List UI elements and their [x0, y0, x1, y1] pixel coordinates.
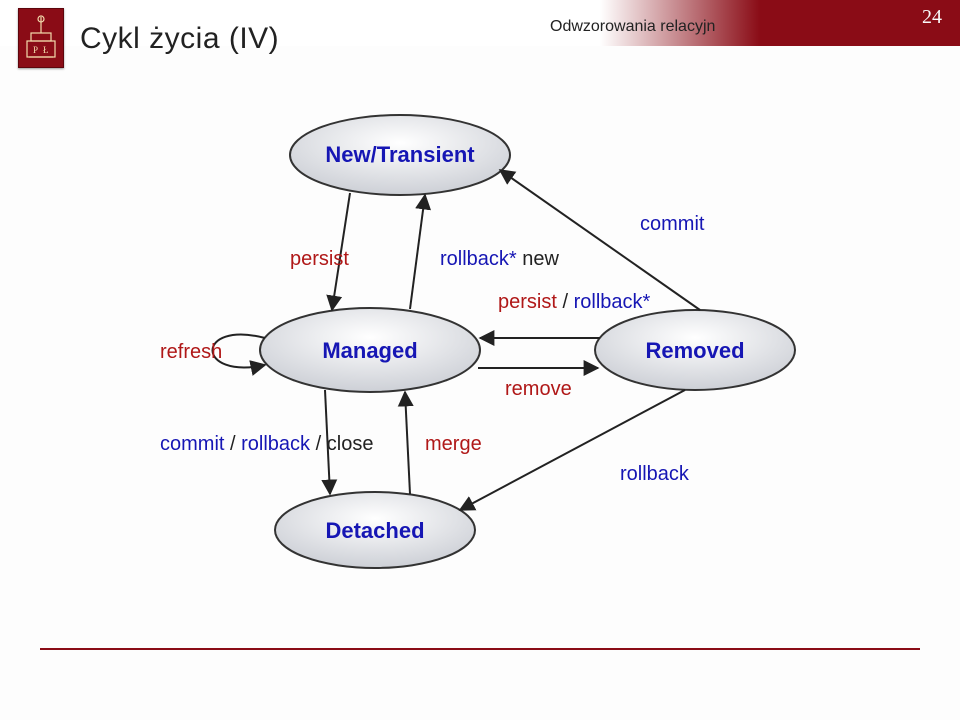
edge-persist: persist	[290, 193, 350, 310]
state-removed-label: Removed	[645, 338, 744, 363]
university-logo-icon: P Ł	[18, 8, 64, 68]
state-detached: Detached	[275, 492, 475, 568]
svg-text:Ł: Ł	[43, 45, 49, 55]
edge-persist-rollback-label: persist / rollback*	[498, 291, 651, 313]
edge-commit-rollback-close-label: commit / rollback / close	[160, 433, 373, 455]
edge-rollback-label: rollback	[620, 463, 690, 485]
state-new-transient: New/Transient	[290, 115, 510, 195]
state-managed-label: Managed	[322, 338, 417, 363]
edge-refresh-label: refresh	[160, 341, 222, 363]
state-detached-label: Detached	[325, 518, 424, 543]
edge-rollback-new-label: rollback* new	[440, 248, 560, 270]
lifecycle-diagram: New/Transient Managed Removed Detached	[140, 90, 820, 590]
edge-merge: merge	[405, 392, 482, 494]
edge-commit-label: commit	[640, 213, 705, 235]
edge-remove: remove	[478, 368, 598, 400]
svg-text:P: P	[33, 45, 38, 55]
edge-rollback: rollback	[460, 390, 690, 510]
state-removed: Removed	[595, 310, 795, 390]
edge-commit: commit	[500, 170, 705, 310]
slide: 24 P Ł Cykl życia (IV) Odwzorowania rela…	[0, 0, 960, 720]
state-new-transient-label: New/Transient	[325, 142, 475, 167]
footer-rule	[40, 648, 920, 650]
edge-merge-label: merge	[425, 433, 482, 455]
state-managed: Managed	[260, 308, 480, 392]
edge-commit-rollback-close: commit / rollback / close	[160, 390, 373, 494]
edge-refresh: refresh	[160, 335, 265, 368]
page-title: Cykl życia (IV)	[80, 22, 279, 56]
page-number: 24	[922, 6, 942, 29]
edge-persist-label: persist	[290, 248, 349, 270]
edge-remove-label: remove	[505, 378, 572, 400]
header-caption: Odwzorowania relacyjn	[550, 18, 730, 36]
